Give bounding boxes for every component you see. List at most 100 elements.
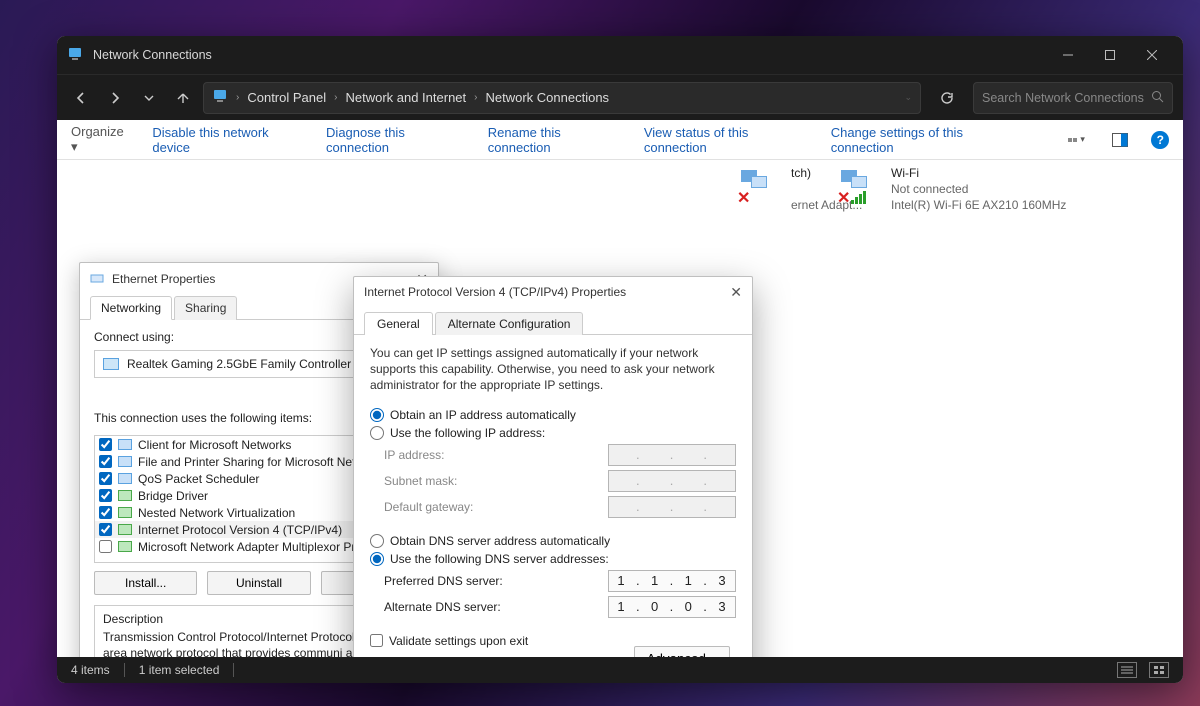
wifi-icon: ✕ — [837, 166, 881, 206]
gateway-input: ... — [608, 496, 736, 518]
alt-dns-input[interactable]: 1. 0. 0. 3 — [608, 596, 736, 618]
protocol-icon — [118, 456, 132, 467]
up-button[interactable] — [169, 84, 197, 112]
checkbox[interactable] — [99, 455, 112, 468]
validate-checkbox[interactable] — [370, 634, 383, 647]
back-button[interactable] — [67, 84, 95, 112]
radio[interactable] — [370, 534, 384, 548]
cmd-rename[interactable]: Rename this connection — [488, 125, 624, 155]
radio-ip-auto[interactable]: Obtain an IP address automatically — [370, 408, 736, 422]
protocol-icon — [118, 507, 132, 518]
search-icon — [1151, 90, 1164, 106]
protocol-icon — [118, 490, 132, 501]
radio-dns-auto[interactable]: Obtain DNS server address automatically — [370, 534, 736, 548]
tab-alternate[interactable]: Alternate Configuration — [435, 312, 584, 335]
checkbox[interactable] — [99, 523, 112, 536]
dialog-titlebar[interactable]: Internet Protocol Version 4 (TCP/IPv4) P… — [354, 277, 752, 307]
refresh-button[interactable] — [931, 82, 963, 114]
preview-pane-button[interactable] — [1108, 128, 1131, 152]
gateway-label: Default gateway: — [384, 500, 608, 514]
radio-label: Use the following IP address: — [390, 426, 545, 440]
organize-menu[interactable]: Organize ▾ — [71, 124, 132, 155]
dialog-title: Internet Protocol Version 4 (TCP/IPv4) P… — [364, 285, 626, 299]
connection-adapter: Intel(R) Wi-Fi 6E AX210 160MHz — [891, 198, 1066, 212]
forward-button[interactable] — [101, 84, 129, 112]
adapter-name: Realtek Gaming 2.5GbE Family Controller — [127, 357, 351, 371]
ip-address-input: ... — [608, 444, 736, 466]
search-box[interactable] — [973, 82, 1173, 114]
radio-ip-manual[interactable]: Use the following IP address: — [370, 426, 736, 440]
checkbox[interactable] — [99, 540, 112, 553]
list-item-label: QoS Packet Scheduler — [138, 472, 259, 486]
radio-label: Use the following DNS server addresses: — [390, 552, 609, 566]
radio-dns-manual[interactable]: Use the following DNS server addresses: — [370, 552, 736, 566]
list-item-label: Microsoft Network Adapter Multiplexor Pr… — [138, 540, 372, 554]
checkbox[interactable] — [99, 506, 112, 519]
checkbox[interactable] — [99, 472, 112, 485]
connection-name: Wi-Fi — [891, 166, 1066, 180]
cmd-disable[interactable]: Disable this network device — [152, 125, 306, 155]
checkbox[interactable] — [99, 489, 112, 502]
breadcrumb[interactable]: Network and Internet — [345, 90, 466, 105]
pref-dns-input[interactable]: 1. 1. 1. 3 — [608, 570, 736, 592]
radio[interactable] — [370, 408, 384, 422]
close-button[interactable] — [1131, 41, 1173, 69]
connection-status: Not connected — [891, 182, 1066, 196]
uninstall-button[interactable]: Uninstall — [207, 571, 310, 595]
list-item-label: File and Printer Sharing for Microsoft N… — [138, 455, 375, 469]
tab-general[interactable]: General — [364, 312, 433, 335]
search-input[interactable] — [982, 91, 1151, 105]
chevron-down-icon[interactable]: ⌄ — [904, 92, 912, 103]
dialog-title: Ethernet Properties — [112, 272, 215, 286]
subnet-label: Subnet mask: — [384, 474, 608, 488]
advanced-button[interactable]: Advanced... — [634, 646, 730, 657]
radio-label: Obtain an IP address automatically — [390, 408, 576, 422]
nic-icon — [103, 358, 119, 370]
checkbox[interactable] — [99, 438, 112, 451]
ethernet-icon: ✕ — [737, 166, 781, 206]
signal-bars-icon — [851, 191, 866, 204]
tab-networking[interactable]: Networking — [90, 296, 172, 320]
close-icon[interactable]: ✕ — [730, 284, 742, 301]
maximize-button[interactable] — [1089, 41, 1131, 69]
status-bar: 4 items 1 item selected — [57, 657, 1183, 683]
status-item-count: 4 items — [71, 663, 110, 677]
explorer-window: Network Connections › Cont — [57, 36, 1183, 683]
navbar: › Control Panel › Network and Internet ›… — [57, 74, 1183, 120]
window-title: Network Connections — [93, 48, 212, 62]
protocol-icon — [118, 473, 132, 484]
list-item-label: Client for Microsoft Networks — [138, 438, 291, 452]
disconnected-icon: ✕ — [737, 188, 750, 208]
install-button[interactable]: Install... — [94, 571, 197, 595]
disconnected-icon: ✕ — [837, 188, 850, 208]
connection-item-wifi[interactable]: ✕ Wi-Fi Not connected Intel(R) Wi-Fi 6E … — [837, 166, 1066, 212]
protocol-icon — [118, 524, 132, 535]
details-view-button[interactable] — [1117, 662, 1137, 678]
list-item-label: Internet Protocol Version 4 (TCP/IPv4) — [138, 523, 342, 537]
tiles-view-button[interactable] — [1149, 662, 1169, 678]
chevron-right-icon: › — [474, 92, 477, 103]
status-selected-count: 1 item selected — [139, 663, 220, 677]
radio-label: Obtain DNS server address automatically — [390, 534, 610, 548]
tab-sharing[interactable]: Sharing — [174, 296, 237, 320]
radio[interactable] — [370, 552, 384, 566]
cmd-change[interactable]: Change settings of this connection — [831, 125, 1025, 155]
radio[interactable] — [370, 426, 384, 440]
alt-dns-label: Alternate DNS server: — [384, 600, 608, 614]
connections-pane: ✕ tch) ernet Adapt... ✕ Wi-Fi Not connec… — [57, 160, 1183, 657]
chevron-right-icon: › — [334, 92, 337, 103]
validate-label: Validate settings upon exit — [389, 634, 528, 648]
tab-row: General Alternate Configuration — [354, 311, 752, 335]
recent-locations-button[interactable] — [135, 84, 163, 112]
cmd-status[interactable]: View status of this connection — [644, 125, 811, 155]
pref-dns-label: Preferred DNS server: — [384, 574, 608, 588]
address-bar[interactable]: › Control Panel › Network and Internet ›… — [203, 82, 921, 114]
breadcrumb[interactable]: Network Connections — [486, 90, 610, 105]
minimize-button[interactable] — [1047, 41, 1089, 69]
breadcrumb[interactable]: Control Panel — [247, 90, 326, 105]
help-button[interactable]: ? — [1151, 131, 1169, 149]
view-options-button[interactable]: ▾ — [1065, 128, 1088, 152]
info-text: You can get IP settings assigned automat… — [370, 345, 736, 394]
cmd-diagnose[interactable]: Diagnose this connection — [326, 125, 468, 155]
list-item-label: Bridge Driver — [138, 489, 208, 503]
